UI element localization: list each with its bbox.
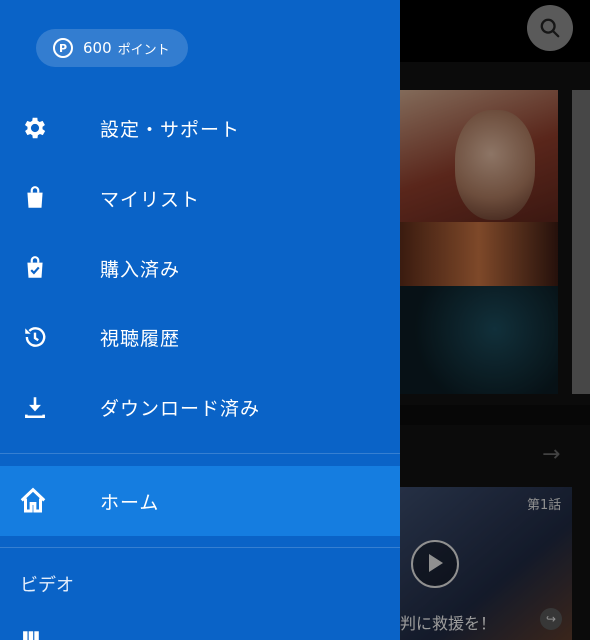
download-icon [20, 392, 50, 422]
bag-icon [20, 183, 50, 213]
drawer-scrim[interactable] [400, 0, 590, 640]
menu-item-downloads[interactable]: ダウンロード済み [0, 377, 400, 437]
menu-label-mylist: マイリスト [100, 188, 201, 211]
menu-item-home[interactable]: ホーム [0, 466, 400, 536]
menu-item-history[interactable]: 視聴履歴 [0, 307, 400, 367]
points-value: 600 [83, 39, 112, 57]
menu-item-mylist[interactable]: マイリスト [0, 168, 400, 228]
menu-label-purchased: 購入済み [100, 258, 181, 281]
divider [0, 547, 400, 548]
bag-check-icon [20, 253, 50, 283]
points-badge[interactable]: P 600 ポイント [36, 29, 188, 67]
gear-icon [20, 113, 50, 143]
section-header-video: ビデオ [20, 575, 74, 596]
menu-label-history: 視聴履歴 [100, 327, 181, 350]
points-unit: ポイント [117, 42, 170, 58]
menu-label-home: ホーム [100, 491, 160, 514]
navigation-drawer: P 600 ポイント 設定・サポート マイリスト 購入済み 視聴履歴 ダウンロー… [0, 0, 400, 640]
history-icon [20, 322, 50, 352]
points-icon: P [53, 38, 73, 58]
home-icon [18, 486, 48, 516]
signal-icon[interactable]: ▮▮▮ [22, 628, 42, 640]
divider [0, 453, 400, 454]
menu-label-downloads: ダウンロード済み [100, 397, 261, 420]
menu-item-settings[interactable]: 設定・サポート [0, 98, 400, 158]
menu-item-purchased[interactable]: 購入済み [0, 238, 400, 298]
menu-label-settings: 設定・サポート [100, 118, 241, 141]
